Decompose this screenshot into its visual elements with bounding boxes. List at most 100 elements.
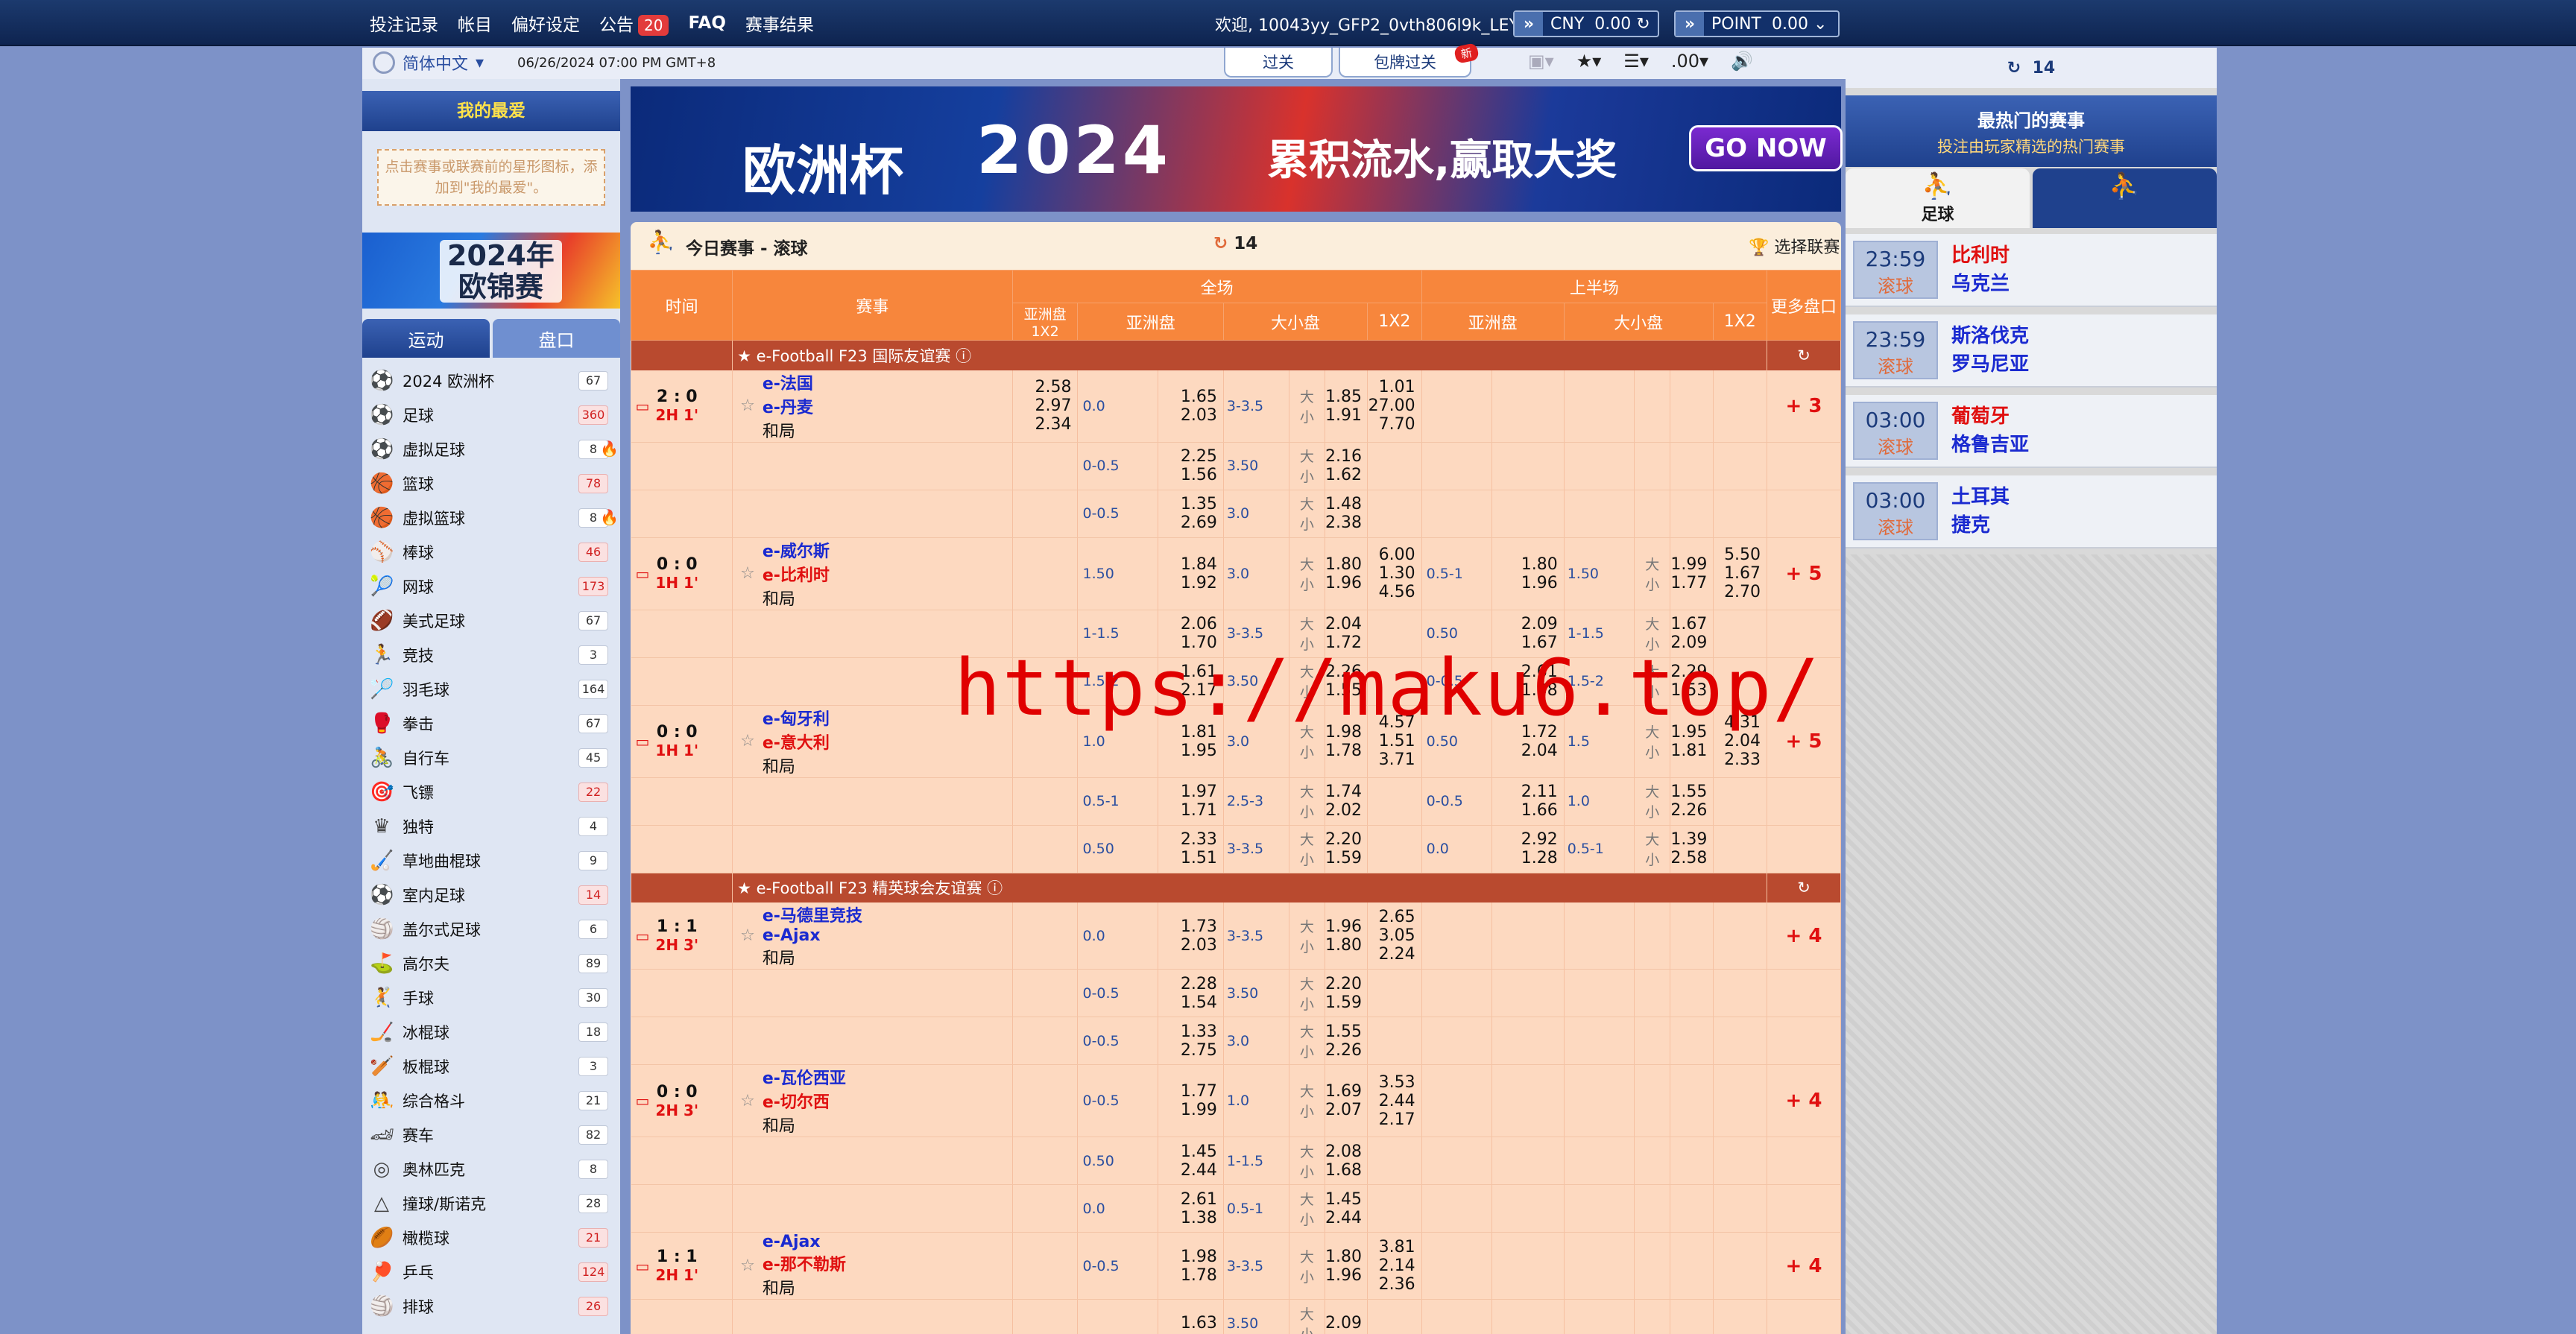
ah-odds[interactable]: 2.33 1.51: [1158, 825, 1224, 873]
print-icon[interactable]: ▣▾: [1528, 51, 1554, 72]
sport-item[interactable]: 🏑 草地曲棍球 9: [362, 844, 620, 878]
1x2-odds[interactable]: [1367, 490, 1422, 538]
sport-item[interactable]: ⚽ 室内足球 14: [362, 878, 620, 912]
hot-match[interactable]: 23:59 滚球 比利时 乌克兰: [1846, 234, 2217, 307]
ah-odds[interactable]: 1.45 2.44: [1158, 1137, 1224, 1185]
star-filter-icon[interactable]: ★▾: [1576, 51, 1602, 72]
right-refresh[interactable]: ↻ 14: [1846, 48, 2217, 88]
tv-icon[interactable]: ▭: [636, 397, 650, 415]
tv-icon[interactable]: ▭: [636, 1257, 650, 1275]
ah-odds[interactable]: 2.28 1.54: [1158, 969, 1224, 1017]
tv-icon[interactable]: ▭: [636, 733, 650, 750]
ou-odds[interactable]: 1.55 2.26: [1670, 777, 1714, 826]
sport-item[interactable]: ⚽ 2024 欧洲杯 67: [362, 364, 620, 398]
tab-bundle-parlay[interactable]: 包牌过关: [1339, 48, 1471, 78]
ou-odds[interactable]: 1.74 2.02: [1325, 777, 1368, 826]
ou-odds[interactable]: 1.80 1.96: [1325, 537, 1368, 610]
star-icon[interactable]: ☆: [740, 564, 755, 583]
star-icon[interactable]: ☆: [740, 732, 755, 750]
ou-odds[interactable]: 1.45 2.44: [1325, 1184, 1368, 1233]
ah-odds[interactable]: 1.35 2.69: [1158, 490, 1224, 538]
home-team[interactable]: e-匈牙利: [763, 706, 830, 730]
star-icon[interactable]: ★: [737, 879, 751, 897]
1x2-odds[interactable]: 6.00 1.30 4.56: [1367, 537, 1422, 610]
ou-odds[interactable]: 1.55 2.26: [1325, 1017, 1368, 1065]
tv-icon[interactable]: ▭: [636, 1092, 650, 1110]
home-team[interactable]: e-法国: [763, 370, 813, 394]
ou-odds[interactable]: 2.08 1.68: [1325, 1137, 1368, 1185]
away-team[interactable]: e-那不勒斯: [763, 1251, 846, 1275]
ou-odds[interactable]: 1.85 1.91: [1325, 370, 1368, 443]
refresh-icon[interactable]: ↻: [1797, 347, 1811, 364]
ah-odds[interactable]: 2.25 1.56: [1158, 442, 1224, 490]
sport-item[interactable]: 🎯 飞镖 22: [362, 775, 620, 809]
select-league-button[interactable]: 🏆 选择联赛: [1749, 234, 1840, 258]
1x2-odds[interactable]: [1367, 969, 1422, 1017]
1x2-odds[interactable]: [1367, 777, 1422, 826]
sport-item[interactable]: 🏐 盖尔式足球 6: [362, 912, 620, 946]
ou-odds[interactable]: 2.20 1.59: [1325, 825, 1368, 873]
sport-item[interactable]: △ 撞球/斯诺克 28: [362, 1186, 620, 1221]
more-markets[interactable]: + 5: [1767, 537, 1841, 610]
chevron-down-icon[interactable]: ⌄: [1813, 15, 1827, 34]
1x2-odds[interactable]: [1367, 1137, 1422, 1185]
ah-odds[interactable]: 1.84 1.92: [1158, 537, 1224, 610]
ah-odds[interactable]: 1.77 1.99: [1158, 1064, 1224, 1137]
1x2-odds[interactable]: 3.53 2.44 2.17: [1367, 1064, 1422, 1137]
hot-match[interactable]: 03:00 滚球 葡萄牙 格鲁吉亚: [1846, 395, 2217, 468]
home-team[interactable]: e-瓦伦西亚: [763, 1065, 846, 1089]
ah-odds[interactable]: 1.65 2.03: [1158, 370, 1224, 443]
sport-item[interactable]: 🏏 板棍球 3: [362, 1049, 620, 1084]
star-icon[interactable]: ☆: [740, 926, 755, 945]
sport-item[interactable]: 🏈 美式足球 67: [362, 604, 620, 638]
sport-item[interactable]: 🚴 自行车 45: [362, 741, 620, 775]
info-icon[interactable]: ⓘ: [987, 879, 1003, 897]
sound-icon[interactable]: 🔊: [1731, 51, 1753, 72]
sport-item[interactable]: ⚽ 虚拟足球 8 🔥: [362, 432, 620, 467]
ou-odds[interactable]: 2.09: [1325, 1299, 1368, 1334]
menu-faq[interactable]: FAQ: [688, 13, 725, 33]
tv-icon[interactable]: ▭: [636, 565, 650, 583]
away-team[interactable]: e-意大利: [763, 730, 830, 753]
menu-preferences[interactable]: 偏好设定: [511, 10, 580, 36]
sport-item[interactable]: 🎾 网球 173: [362, 569, 620, 604]
1x2-odds[interactable]: 2.65 3.05 2.24: [1367, 902, 1422, 970]
star-icon[interactable]: ☆: [740, 1256, 755, 1275]
away-team[interactable]: e-切尔西: [763, 1089, 846, 1113]
ah-odds[interactable]: 1.73 2.03: [1158, 902, 1224, 970]
go-now-button[interactable]: GO NOW: [1689, 125, 1843, 171]
language-selector[interactable]: 简体中文 ▾: [373, 51, 484, 75]
star-icon[interactable]: ☆: [740, 396, 755, 415]
hot-tab-basketball[interactable]: ⛹: [2033, 168, 2217, 228]
1x2-odds[interactable]: [1367, 1299, 1422, 1334]
sport-item[interactable]: 🏃 竞技 3: [362, 638, 620, 672]
ou-odds[interactable]: 2.16 1.62: [1325, 442, 1368, 490]
menu-notice[interactable]: 公告 20: [599, 10, 669, 36]
1x2-odds[interactable]: [1367, 442, 1422, 490]
tab-market[interactable]: 盘口: [493, 319, 620, 358]
sport-item[interactable]: 🏓 乒乓 124: [362, 1255, 620, 1289]
sport-item[interactable]: ♛ 独特 4: [362, 809, 620, 844]
hot-match[interactable]: 23:59 滚球 斯洛伐克 罗马尼亚: [1846, 314, 2217, 388]
sport-item[interactable]: 🏐 排球 26: [362, 1289, 620, 1324]
ah-odds[interactable]: 2.11 1.66: [1491, 777, 1565, 826]
ah-1x2-odds[interactable]: [1012, 1232, 1079, 1300]
ah-1x2-odds[interactable]: [1012, 1064, 1079, 1137]
1x2-odds[interactable]: [1367, 1184, 1422, 1233]
currency-box[interactable]: » CNY 0.00 ↻: [1513, 10, 1659, 37]
sport-item[interactable]: 🏸 羽毛球 164: [362, 672, 620, 706]
1x2-odds[interactable]: [1367, 825, 1422, 873]
live-count[interactable]: ↻ 14: [1213, 234, 1257, 253]
home-team[interactable]: e-Ajax: [763, 1233, 846, 1251]
more-markets[interactable]: + 3: [1767, 370, 1841, 443]
1x2-odds[interactable]: [1713, 777, 1768, 826]
sport-item[interactable]: ⛳ 高尔夫 89: [362, 946, 620, 981]
ou-odds[interactable]: 1.48 2.38: [1325, 490, 1368, 538]
star-icon[interactable]: ★: [737, 347, 751, 365]
ah-odds[interactable]: 2.92 1.28: [1491, 825, 1565, 873]
sport-item[interactable]: ⚾ 棒球 46: [362, 535, 620, 569]
ah-1x2-odds[interactable]: [1012, 537, 1079, 610]
refresh-icon[interactable]: ↻: [1797, 879, 1811, 897]
sport-item[interactable]: 🏉 橄榄球 21: [362, 1221, 620, 1255]
tv-icon[interactable]: ▭: [636, 927, 650, 945]
